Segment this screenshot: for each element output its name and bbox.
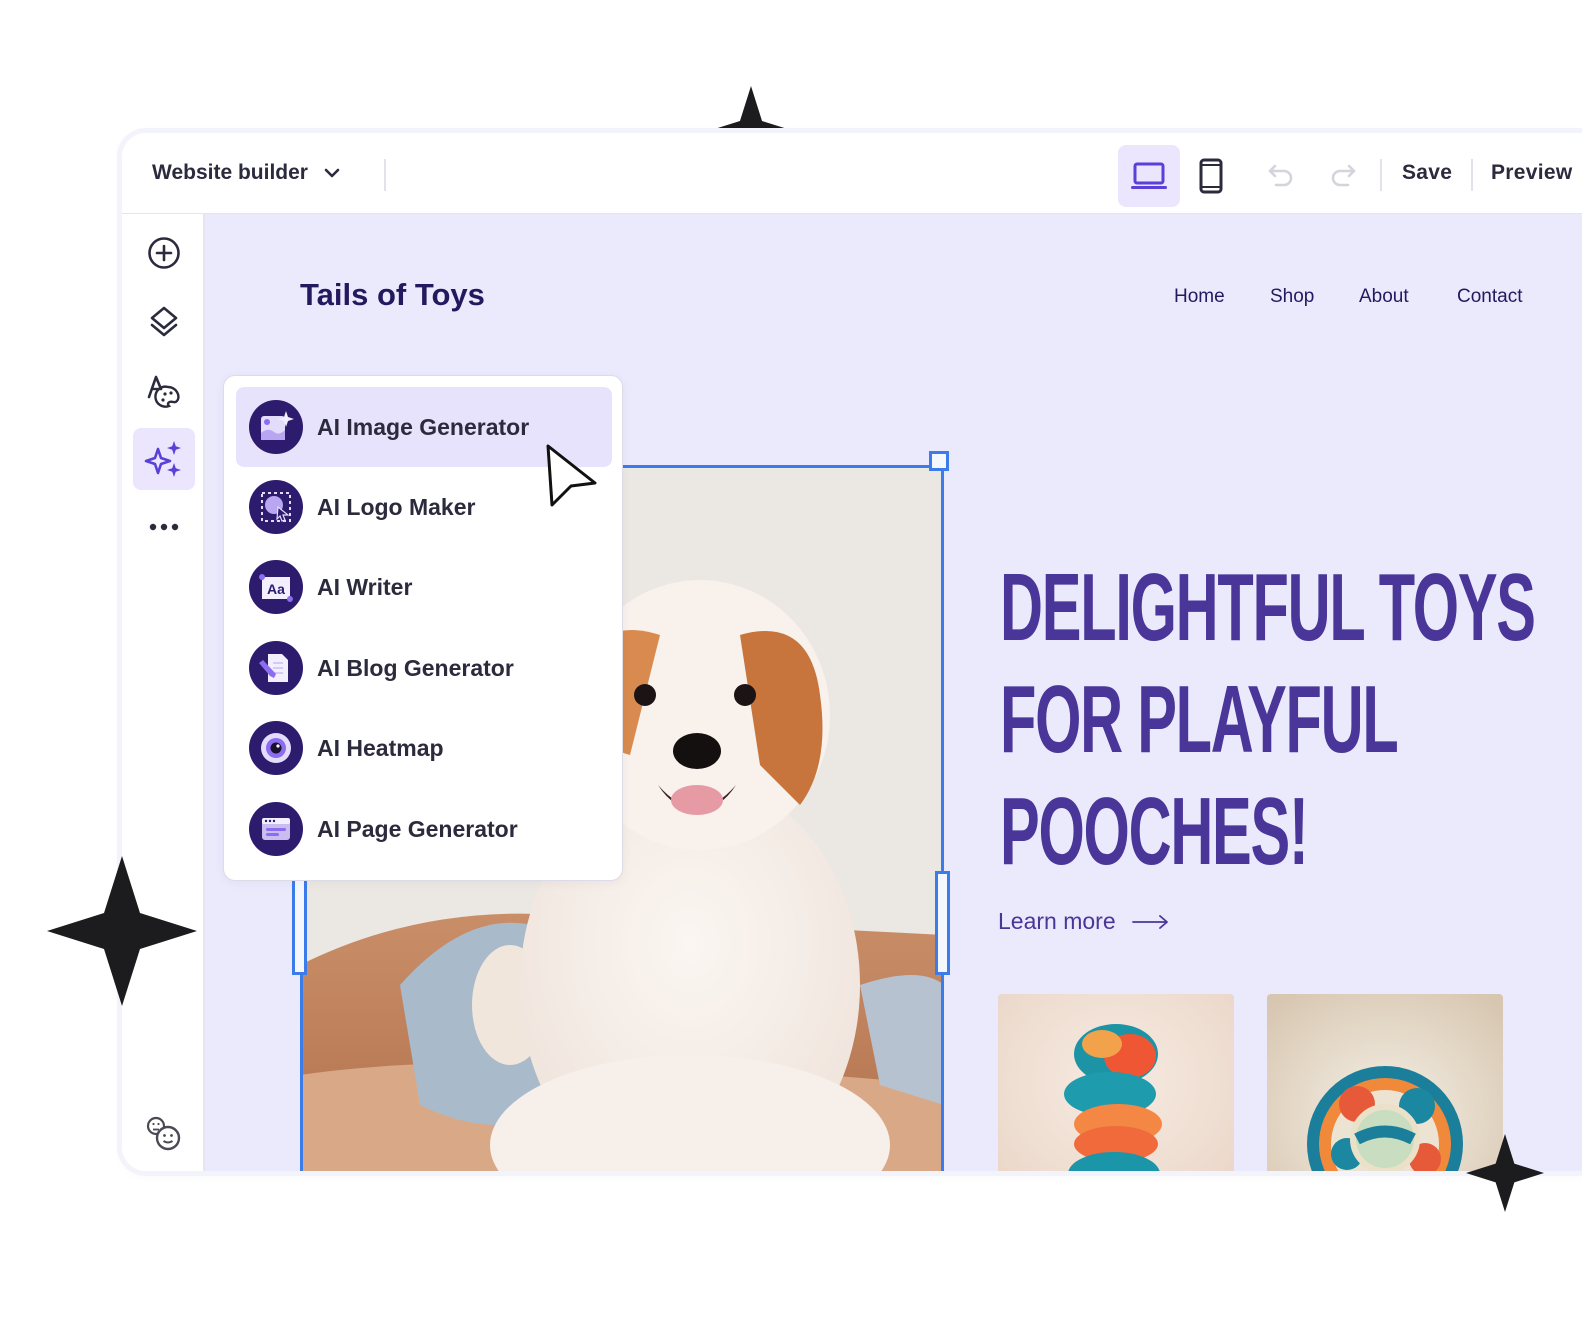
sidebar-item-more[interactable] bbox=[133, 496, 195, 558]
feedback-faces-icon bbox=[146, 1116, 181, 1151]
ai-logo-icon bbox=[249, 480, 303, 534]
chevron-down-icon bbox=[324, 168, 340, 178]
menu-item-ai-heatmap[interactable]: AI Heatmap bbox=[236, 708, 612, 788]
ai-image-icon bbox=[249, 400, 303, 454]
ai-page-icon bbox=[249, 802, 303, 856]
sidebar-item-layers[interactable] bbox=[133, 291, 195, 353]
laptop-icon bbox=[1131, 162, 1167, 189]
product-card[interactable] bbox=[998, 994, 1234, 1171]
resize-handle-left[interactable] bbox=[292, 871, 307, 975]
layers-icon bbox=[150, 306, 178, 337]
arrow-right-icon bbox=[1131, 914, 1168, 929]
sidebar-item-ai[interactable] bbox=[133, 428, 195, 490]
undo-button[interactable] bbox=[1263, 157, 1299, 193]
feedback-button[interactable] bbox=[133, 1102, 195, 1164]
desktop-view-button[interactable] bbox=[1118, 145, 1180, 207]
ai-heatmap-icon bbox=[249, 721, 303, 775]
builder-menu-dropdown[interactable]: Website builder bbox=[152, 161, 342, 185]
nav-about[interactable]: About bbox=[1359, 286, 1409, 308]
divider bbox=[384, 159, 386, 191]
menu-item-ai-writer[interactable]: Aa AI Writer bbox=[236, 547, 612, 627]
resize-handle-top-right[interactable] bbox=[929, 451, 949, 471]
divider bbox=[1471, 159, 1473, 191]
top-toolbar: Website builder Save Preview bbox=[122, 133, 1582, 214]
sidebar-item-theme[interactable] bbox=[133, 360, 195, 422]
mobile-view-button[interactable] bbox=[1180, 145, 1242, 207]
font-palette-icon bbox=[147, 375, 180, 408]
hero-headline: DELIGHTFUL TOYS FOR PLAYFUL POOCHES! bbox=[1000, 552, 1536, 888]
svg-text:Aa: Aa bbox=[267, 581, 285, 597]
headline-line: POOCHES! bbox=[1000, 778, 1309, 885]
learn-more-link[interactable]: Learn more bbox=[998, 908, 1170, 935]
divider bbox=[1380, 159, 1382, 191]
headline-line: DELIGHTFUL TOYS bbox=[1000, 554, 1536, 661]
nav-shop[interactable]: Shop bbox=[1270, 286, 1314, 308]
redo-icon bbox=[1331, 164, 1356, 187]
left-sidebar bbox=[122, 214, 205, 1171]
site-logo[interactable]: Tails of Toys bbox=[300, 277, 485, 313]
menu-item-label: AI Image Generator bbox=[317, 413, 530, 440]
sparkle-decoration-bottom-right bbox=[1466, 1134, 1544, 1212]
ai-writer-icon: Aa bbox=[249, 560, 303, 614]
menu-item-label: AI Heatmap bbox=[317, 734, 444, 761]
menu-item-label: AI Page Generator bbox=[317, 815, 518, 842]
more-horizontal-icon bbox=[149, 523, 179, 531]
sidebar-item-add[interactable] bbox=[133, 222, 195, 284]
nav-home[interactable]: Home bbox=[1174, 286, 1225, 308]
menu-item-label: AI Writer bbox=[317, 573, 413, 600]
phone-icon bbox=[1199, 158, 1223, 194]
menu-item-ai-page-generator[interactable]: AI Page Generator bbox=[236, 789, 612, 869]
sparkle-decoration-left bbox=[47, 856, 197, 1006]
ai-blog-icon bbox=[249, 641, 303, 695]
redo-button[interactable] bbox=[1325, 157, 1361, 193]
mouse-pointer-icon bbox=[546, 444, 597, 507]
headline-line: FOR PLAYFUL bbox=[1000, 666, 1399, 773]
twisted-rope-toy-photo bbox=[998, 994, 1234, 1171]
undo-icon bbox=[1268, 164, 1293, 187]
builder-title: Website builder bbox=[152, 161, 308, 184]
preview-button[interactable]: Preview bbox=[1491, 161, 1573, 185]
menu-item-ai-blog-generator[interactable]: AI Blog Generator bbox=[236, 628, 612, 708]
nav-contact[interactable]: Contact bbox=[1457, 286, 1522, 308]
resize-handle-right[interactable] bbox=[935, 871, 950, 975]
menu-item-label: AI Logo Maker bbox=[317, 493, 476, 520]
menu-item-label: AI Blog Generator bbox=[317, 654, 514, 681]
plus-circle-icon bbox=[148, 237, 180, 269]
save-button[interactable]: Save bbox=[1402, 161, 1452, 185]
learn-more-label: Learn more bbox=[998, 908, 1116, 934]
sparkles-icon bbox=[144, 441, 181, 477]
